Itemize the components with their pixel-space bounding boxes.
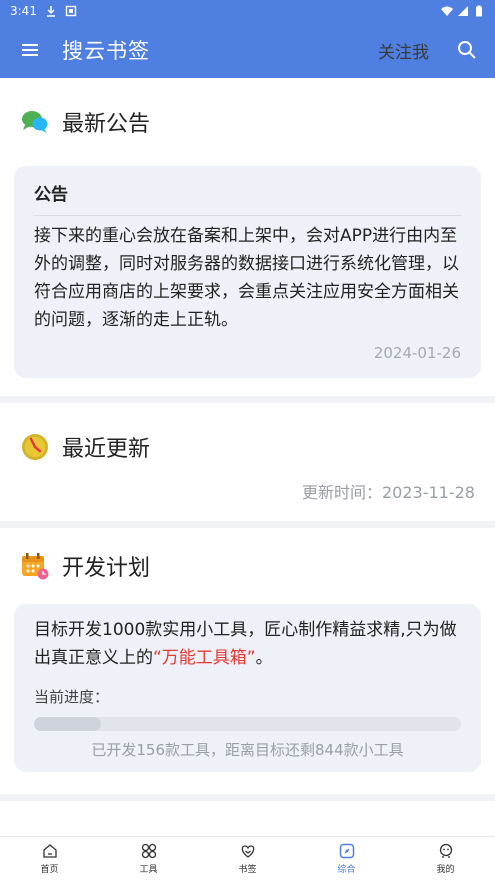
- update-time: 更新时间：2023-11-28: [302, 483, 475, 502]
- compass-icon: [339, 843, 354, 859]
- recent-update-heading: 最近更新: [62, 437, 151, 462]
- search-icon[interactable]: [455, 38, 479, 62]
- dev-plan-text: 目标开发1000款实用小工具，匠心制作精益求精,只为做出真正意义上的“万能工具箱…: [34, 616, 461, 672]
- bookmark-icon: [241, 845, 254, 858]
- dev-plan-heading: 开发计划: [62, 556, 151, 581]
- battery-icon: [476, 5, 482, 17]
- main-content: 最新公告 公告 接下来的重心会放在备案和上架中，会对APP进行由内至外的调整，同…: [0, 78, 495, 836]
- next-section-stub: [0, 801, 495, 836]
- tab-profile[interactable]: 我的: [396, 837, 495, 880]
- dev-plan-card: 目标开发1000款实用小工具，匠心制作精益求精,只为做出真正意义上的“万能工具箱…: [14, 604, 481, 772]
- clock-icon: [22, 434, 48, 460]
- tab-tools-label: 工具: [139, 865, 158, 875]
- progress-bar: [34, 717, 461, 731]
- follow-button[interactable]: 关注我: [378, 38, 429, 63]
- tab-compass[interactable]: 综合: [297, 837, 396, 880]
- app-title: 搜云书签: [62, 39, 150, 63]
- dev-plan-highlight: “万能工具箱”: [153, 648, 256, 668]
- tab-profile-label: 我的: [436, 865, 455, 875]
- download-icon: [46, 6, 55, 17]
- menu-icon[interactable]: [16, 36, 44, 64]
- wifi-icon: [441, 6, 453, 16]
- tools-icon: [141, 843, 156, 859]
- tab-bookmark[interactable]: 书签: [198, 837, 297, 880]
- home-icon: [42, 844, 57, 858]
- status-time: 3:41: [10, 4, 37, 18]
- status-bar: 3:41: [0, 0, 495, 22]
- announcement-heading: 最新公告: [62, 112, 151, 137]
- recent-update-section[interactable]: 最近更新 更新时间：2023-11-28: [0, 403, 495, 521]
- profile-icon: [439, 843, 452, 858]
- progress-fill: [34, 717, 101, 731]
- progress-label: 当前进度：: [34, 688, 110, 706]
- tab-home[interactable]: 首页: [0, 837, 99, 880]
- notification-icon: [65, 5, 77, 17]
- dev-plan-section: 开发计划 目标开发1000款实用小工具，匠心制作精益求精,只为做出真正意义上的“…: [0, 528, 495, 794]
- announcement-body: 接下来的重心会放在备案和上架中，会对APP进行由内至外的调整，同时对服务器的数据…: [34, 226, 459, 330]
- tab-home-label: 首页: [40, 865, 59, 875]
- announcement-section: 最新公告 公告 接下来的重心会放在备案和上架中，会对APP进行由内至外的调整，同…: [0, 78, 495, 396]
- announcement-card-title: 公告: [34, 180, 461, 216]
- signal-icon: [458, 6, 468, 16]
- announcement-card: 公告 接下来的重心会放在备案和上架中，会对APP进行由内至外的调整，同时对服务器…: [14, 166, 481, 378]
- tab-bookmark-label: 书签: [238, 865, 257, 875]
- tab-tools[interactable]: 工具: [99, 837, 198, 880]
- dev-plan-text-suffix: 。: [255, 648, 273, 668]
- calendar-icon: [22, 553, 49, 580]
- bottom-tab-bar: 首页 工具 书签 综合 我的: [0, 836, 495, 880]
- announcement-date: 2024-01-26: [373, 344, 461, 362]
- app-bar: 搜云书签 关注我: [0, 22, 495, 78]
- chat-bubbles-icon: [22, 111, 48, 133]
- progress-text: 已开发156款工具，距离目标还剩844款小工具: [91, 741, 404, 759]
- tab-compass-label: 综合: [337, 865, 356, 875]
